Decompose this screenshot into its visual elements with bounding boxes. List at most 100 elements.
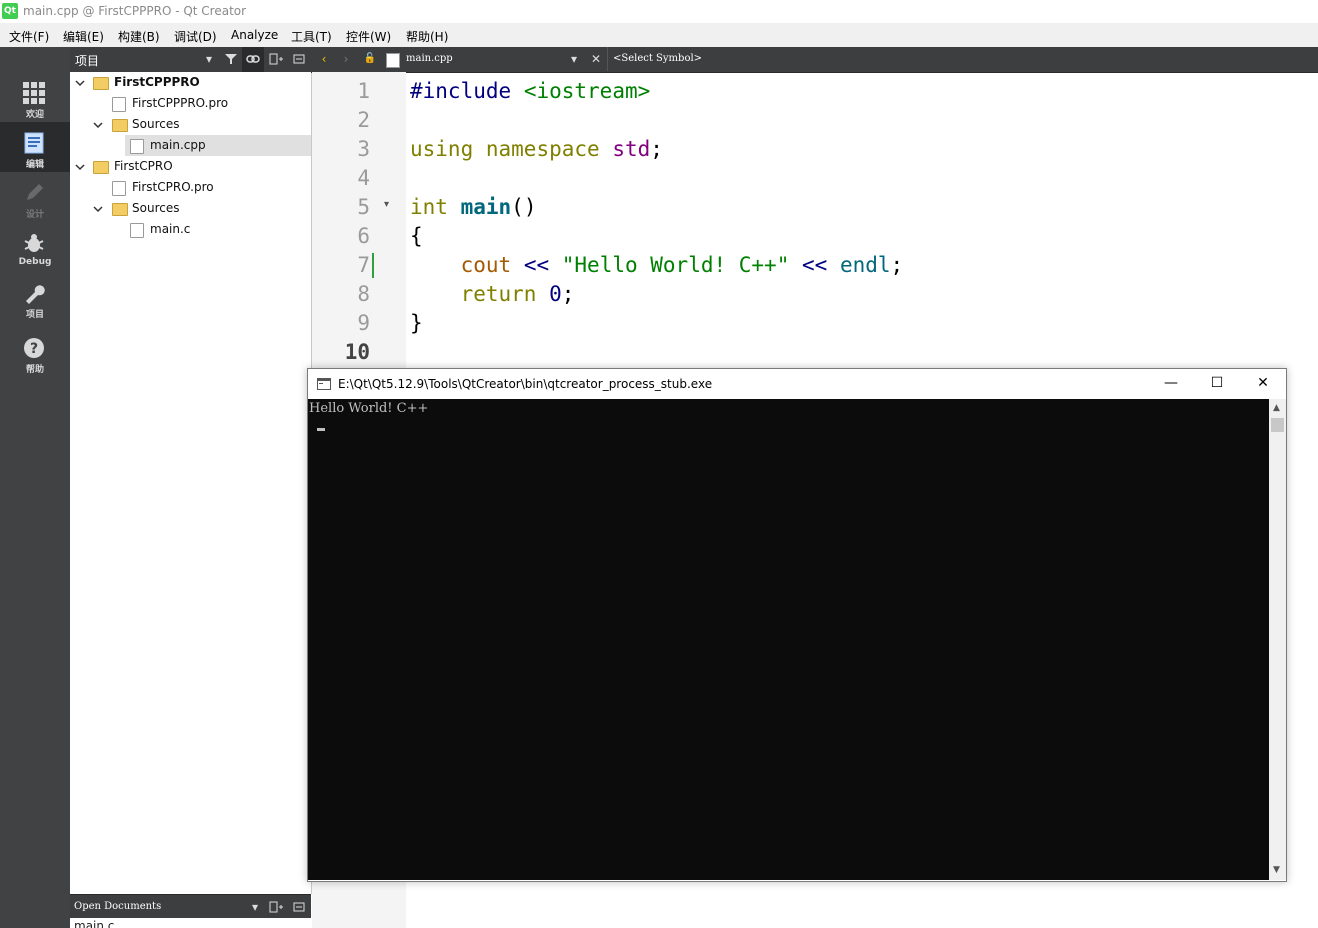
close-panel-icon[interactable] xyxy=(288,47,310,72)
menu-file[interactable]: 文件(F) xyxy=(9,28,49,45)
mode-projects[interactable]: 项目 xyxy=(0,272,70,322)
code-line[interactable]: return 0; xyxy=(410,280,575,309)
line-number-current: 10 xyxy=(344,340,370,364)
code-line[interactable]: } xyxy=(410,309,423,338)
punctuation: } xyxy=(410,311,423,335)
number-literal: 0 xyxy=(549,282,562,306)
punctuation: ; xyxy=(650,137,663,161)
line-number: 1 xyxy=(357,79,370,103)
qt-logo-icon: Qt xyxy=(2,3,18,19)
view-dropdown-icon[interactable]: ▾ xyxy=(244,895,266,919)
console-title-bar[interactable]: E:\Qt\Qt5.12.9\Tools\QtCreator\bin\qtcre… xyxy=(308,369,1286,399)
link-icon[interactable] xyxy=(242,47,264,72)
mode-edit[interactable]: 编辑 xyxy=(0,122,70,172)
console-window[interactable]: E:\Qt\Qt5.12.9\Tools\QtCreator\bin\qtcre… xyxy=(307,368,1287,882)
chevron-down-icon[interactable] xyxy=(75,156,87,177)
back-arrow-icon[interactable]: ‹ xyxy=(313,47,335,71)
mode-design[interactable]: 设计 xyxy=(0,172,70,222)
forward-arrow-icon[interactable]: › xyxy=(335,47,357,71)
change-marker xyxy=(372,253,374,278)
open-document-item[interactable]: main.c xyxy=(74,920,114,928)
tree-item-label: Sources xyxy=(132,117,180,131)
console-app-icon xyxy=(317,378,331,390)
console-title: E:\Qt\Qt5.12.9\Tools\QtCreator\bin\qtcre… xyxy=(338,377,713,391)
include-header: <iostream> xyxy=(523,79,651,103)
code-line[interactable]: using namespace std; xyxy=(410,135,663,164)
cpp-file-icon xyxy=(130,139,144,154)
tree-item-project-firstcpro[interactable]: FirstCPRO xyxy=(70,156,311,177)
console-output: Hello World! C++ xyxy=(309,401,429,416)
tree-item-sources[interactable]: Sources xyxy=(70,198,311,219)
project-panel-toolbar: 项目 ▾ xyxy=(70,47,311,73)
mode-label: 设计 xyxy=(25,210,44,220)
line-number: 3 xyxy=(357,137,370,161)
open-documents-toolbar: Open Documents ▾ xyxy=(70,894,311,919)
mode-welcome[interactable]: 欢迎 xyxy=(0,72,70,122)
close-document-icon[interactable]: ✕ xyxy=(585,47,608,71)
mode-label: 编辑 xyxy=(25,160,44,170)
maximize-button[interactable]: ☐ xyxy=(1194,369,1240,399)
keyword: namespace xyxy=(485,137,600,161)
sources-folder-icon xyxy=(112,203,128,216)
tree-item-main-c[interactable]: main.c xyxy=(70,219,311,240)
svg-text:?: ? xyxy=(30,341,38,357)
chevron-down-icon[interactable] xyxy=(93,198,105,219)
keyword: return xyxy=(460,282,537,306)
tree-item-project-firstcpppro[interactable]: FirstCPPPRO xyxy=(70,72,311,93)
view-dropdown-icon[interactable]: ▾ xyxy=(198,47,220,71)
fold-arrow-icon[interactable]: ▾ xyxy=(384,199,389,210)
menu-edit[interactable]: 编辑(E) xyxy=(63,28,104,45)
tree-item-sources[interactable]: Sources xyxy=(70,114,311,135)
project-tree: FirstCPPPRO FirstCPPPRO.pro Sources main… xyxy=(70,72,312,894)
code-line[interactable]: #include <iostream> xyxy=(410,77,650,106)
menu-help[interactable]: 帮助(H) xyxy=(406,28,448,45)
close-panel-icon[interactable] xyxy=(288,895,310,920)
sources-folder-icon xyxy=(112,119,128,132)
editor-file-tab[interactable]: main.cpp xyxy=(406,53,453,64)
punctuation: ; xyxy=(890,253,904,277)
tree-item-label: FirstCPPPRO.pro xyxy=(132,96,229,110)
identifier: endl xyxy=(839,253,891,277)
line-number: 7 xyxy=(357,253,370,277)
scroll-up-icon[interactable]: ▲ xyxy=(1273,403,1280,413)
operator: << xyxy=(523,253,550,277)
scrollbar-thumb[interactable] xyxy=(1271,418,1284,432)
code-line[interactable]: int main() xyxy=(410,193,536,222)
chevron-down-icon[interactable] xyxy=(93,114,105,135)
line-number: 4 xyxy=(357,166,370,190)
menu-build[interactable]: 构建(B) xyxy=(118,28,160,45)
menu-analyze[interactable]: Analyze xyxy=(231,28,278,42)
symbol-selector[interactable]: <Select Symbol> xyxy=(613,53,702,64)
code-line[interactable]: { xyxy=(410,222,423,251)
console-output-area[interactable]: Hello World! C++ xyxy=(308,399,1269,880)
scroll-down-icon[interactable]: ▼ xyxy=(1273,865,1280,875)
mode-label: Debug xyxy=(18,257,52,267)
cpp-file-icon xyxy=(386,53,400,68)
tree-item-pro-file[interactable]: FirstCPRO.pro xyxy=(70,177,311,198)
menu-debug[interactable]: 调试(D) xyxy=(174,28,217,45)
window-title: main.cpp @ FirstCPPPRO - Qt Creator xyxy=(23,4,247,18)
tree-item-label: FirstCPPPRO xyxy=(114,75,200,89)
chevron-down-icon[interactable] xyxy=(75,72,87,93)
menu-tools[interactable]: 工具(T) xyxy=(291,28,332,45)
qt-project-icon xyxy=(93,77,109,90)
menu-controls[interactable]: 控件(W) xyxy=(346,28,391,45)
file-dropdown-icon[interactable]: ▾ xyxy=(563,47,585,71)
mode-help[interactable]: ? 帮助 xyxy=(0,327,70,377)
project-panel-title: 项目 xyxy=(75,54,100,68)
lock-icon: 🔓 xyxy=(363,53,377,64)
mode-debug[interactable]: Debug xyxy=(0,222,70,272)
console-scrollbar[interactable]: ▲ ▼ xyxy=(1269,399,1286,880)
c-file-icon xyxy=(130,223,144,238)
split-icon[interactable] xyxy=(265,47,287,73)
tree-item-pro-file[interactable]: FirstCPPPRO.pro xyxy=(70,93,311,114)
filter-icon[interactable] xyxy=(220,47,242,73)
minimize-button[interactable]: — xyxy=(1148,369,1194,399)
code-line[interactable]: cout << "Hello World! C++" << endl; xyxy=(410,251,904,280)
keyword: int xyxy=(410,195,448,219)
pro-file-icon xyxy=(112,97,126,112)
tree-item-main-cpp[interactable]: main.cpp xyxy=(125,135,311,156)
keyword: using xyxy=(410,137,474,161)
close-button[interactable]: ✕ xyxy=(1240,369,1286,399)
tree-item-label: FirstCPRO.pro xyxy=(132,180,214,194)
